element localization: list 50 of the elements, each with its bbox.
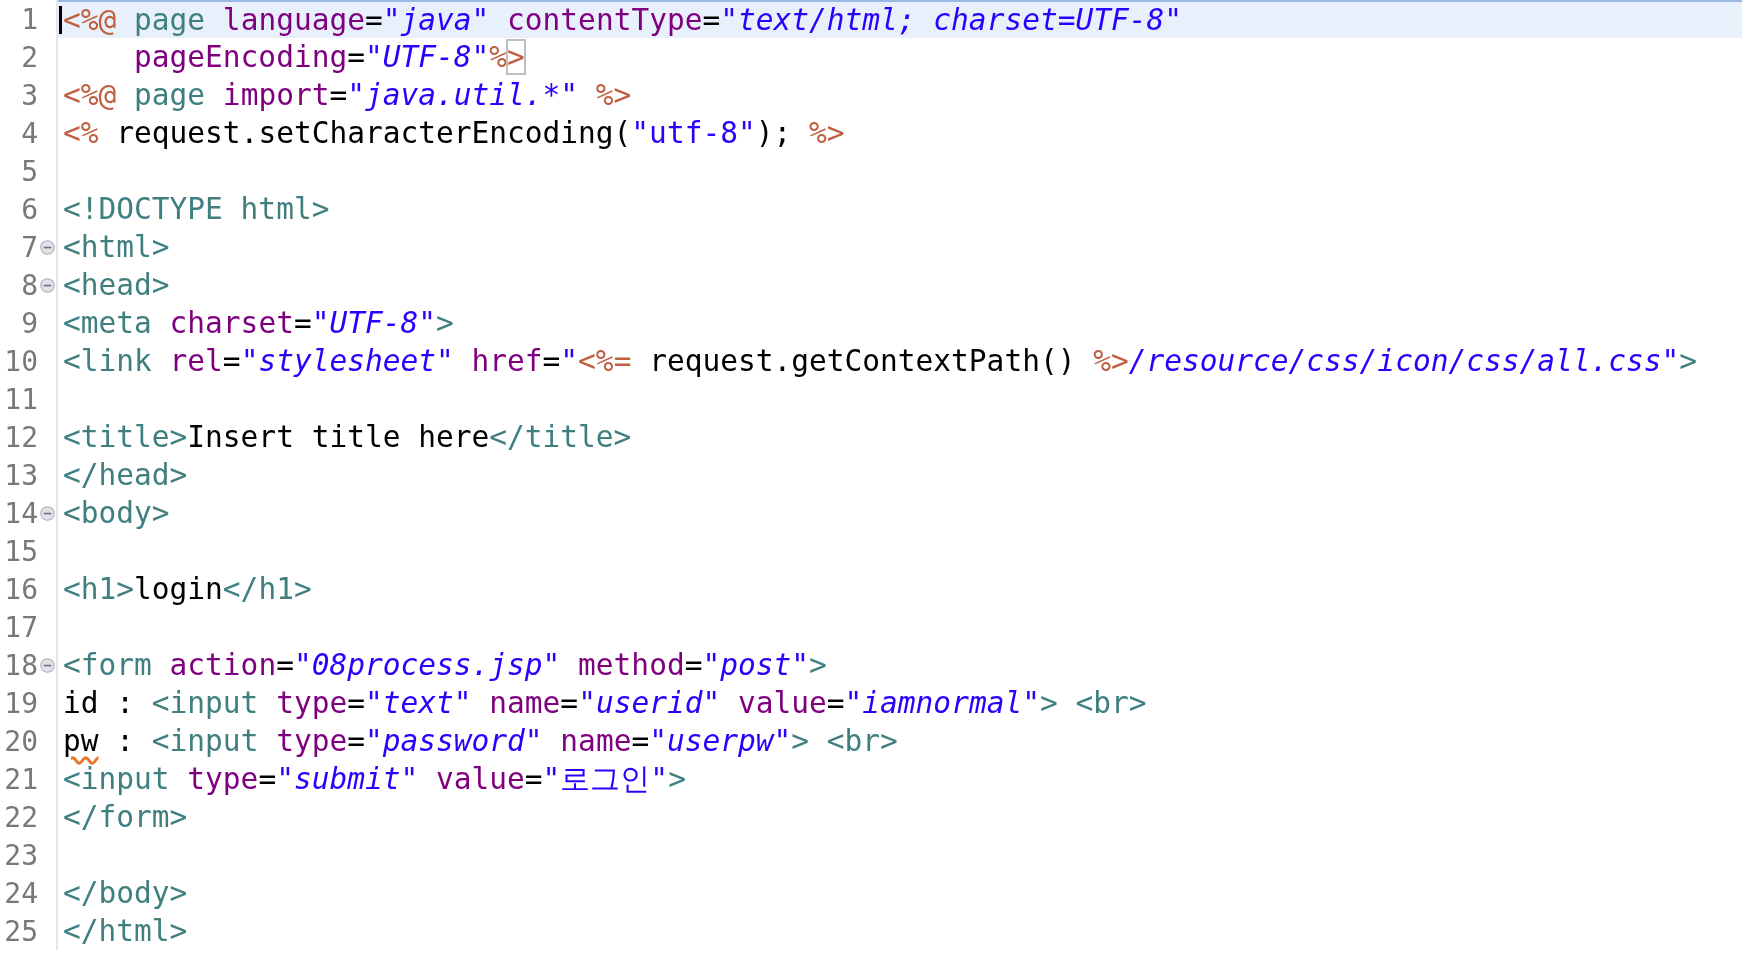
code-line: <head> <box>63 267 170 303</box>
code-line: <html> <box>63 229 170 265</box>
code-line: pw : <input type="password" name="userpw"> <br> <box>63 723 898 759</box>
line-number: 19 <box>3 686 38 720</box>
line-number: 10 <box>3 344 38 378</box>
code-line: </form> <box>63 799 188 835</box>
line-number: 14 <box>3 496 38 530</box>
line-number: 17 <box>3 610 38 644</box>
code-line: <%@ page import="java.util.*" %> <box>63 77 632 113</box>
line-number: 16 <box>3 572 38 606</box>
line-number: 8 <box>20 268 38 302</box>
code-line: </html> <box>63 913 188 949</box>
code-line: <% request.setCharacterEncoding("utf-8"); %> <box>63 115 845 151</box>
code-line: <body> <box>63 495 170 531</box>
code-line: <meta charset="UTF-8"> <box>63 305 454 341</box>
code-line: <input type="submit" value="로그인"> <box>63 761 686 797</box>
line-number: 18 <box>3 648 38 682</box>
line-number: 6 <box>20 192 38 226</box>
code-line: <%@ page language="java" contentType="text/html; charset=UTF-8" <box>63 2 1182 38</box>
line-number: 13 <box>3 458 38 492</box>
line-number: 25 <box>3 914 38 948</box>
code-line: id : <input type="text" name="userid" value="iamnormal"> <br> <box>63 685 1147 721</box>
code-line: <form action="08process.jsp" method="post"> <box>63 647 827 683</box>
text-cursor <box>59 6 62 34</box>
line-number: 22 <box>3 800 38 834</box>
line-number: 1 <box>20 2 38 36</box>
line-number: 11 <box>3 382 38 416</box>
line-number: 21 <box>3 762 38 796</box>
collapse-icon[interactable] <box>39 505 55 521</box>
line-number: 23 <box>3 838 38 872</box>
line-number: 15 <box>3 534 38 568</box>
code-line: </body> <box>63 875 188 911</box>
code-line: </head> <box>63 457 188 493</box>
code-line: <!DOCTYPE html> <box>63 191 330 227</box>
collapse-icon[interactable] <box>39 657 55 673</box>
code-line: pageEncoding="UTF-8"%> <box>133 39 525 75</box>
line-number: 9 <box>20 306 38 340</box>
line-number: 2 <box>20 40 38 74</box>
code-line: <title>Insert title here</title> <box>63 419 632 455</box>
code-line: <h1>login</h1> <box>63 571 312 607</box>
line-number: 3 <box>20 78 38 112</box>
line-number: 4 <box>20 116 38 150</box>
collapse-icon[interactable] <box>39 239 55 255</box>
line-number: 24 <box>3 876 38 910</box>
collapse-icon[interactable] <box>39 277 55 293</box>
line-number: 20 <box>3 724 38 758</box>
line-number: 5 <box>20 154 38 188</box>
line-number: 12 <box>3 420 38 454</box>
code-line: <link rel="stylesheet" href="<%= request.getContextPath() %>/resource/css/icon/css/all.css"> <box>63 343 1698 379</box>
line-number: 7 <box>20 230 38 264</box>
